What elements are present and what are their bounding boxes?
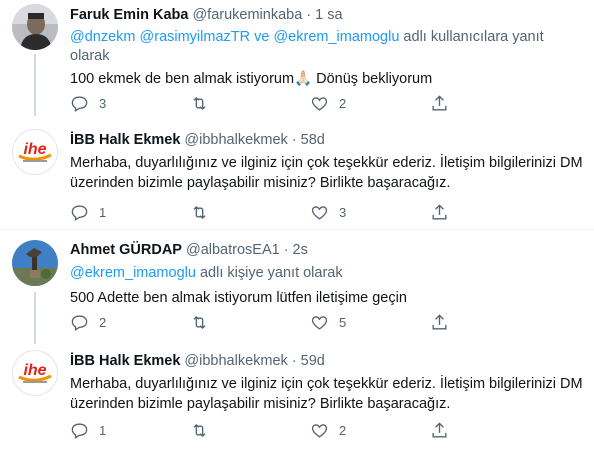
like-icon	[311, 423, 328, 438]
share-button[interactable]	[430, 312, 500, 332]
reply-icon	[71, 422, 88, 439]
tweet-text: 500 Adette ben almak istiyorum lütfen il…	[70, 290, 407, 306]
like-count: 5	[339, 314, 347, 330]
reply-icon	[71, 95, 88, 112]
tweet-2[interactable]: ihe İBB Halk Ekmek @ibbhalkekmek · 58d M…	[0, 125, 594, 228]
tweet-time[interactable]: · 59d	[292, 352, 325, 370]
retweet-button[interactable]	[190, 93, 260, 113]
avatar-ibbhalkekmek[interactable]: ihe	[12, 350, 58, 396]
reply-count: 1	[99, 422, 107, 438]
reply-button[interactable]: 3	[70, 93, 140, 113]
thread-line	[34, 54, 36, 116]
author-name[interactable]: İBB Halk Ekmek	[70, 352, 180, 370]
reply-context: @ekrem_imamoglu adlı kişiye yanıt olarak	[70, 264, 584, 283]
like-count: 2	[339, 95, 347, 111]
reply-button[interactable]: 1	[70, 202, 140, 222]
logo-text: ihe	[23, 141, 46, 158]
like-button[interactable]: 5	[310, 312, 380, 332]
retweet-icon	[193, 315, 206, 329]
like-count: 3	[339, 204, 347, 220]
author-handle[interactable]: @albatrosEA1	[186, 241, 280, 259]
reply-suffix: adlı kişiye yanıt olarak	[195, 265, 343, 281]
author-handle[interactable]: @farukeminkaba	[192, 6, 302, 24]
reply-count: 3	[99, 95, 107, 111]
retweet-icon	[193, 423, 206, 437]
tweet-text: Merhaba, duyarlılığınız ve ilginiz için …	[70, 376, 583, 412]
retweet-icon	[193, 96, 206, 110]
like-button[interactable]: 2	[310, 420, 380, 440]
like-icon	[311, 315, 328, 330]
avatar-albatrosEA1[interactable]	[12, 240, 58, 286]
reply-count: 2	[99, 314, 107, 330]
author-handle[interactable]: @ibbhalkekmek	[184, 352, 287, 370]
share-button[interactable]	[430, 93, 500, 113]
reply-count: 1	[99, 204, 107, 220]
share-icon	[432, 421, 447, 438]
like-icon	[311, 96, 328, 111]
share-button[interactable]	[430, 420, 500, 440]
author-handle[interactable]: @ibbhalkekmek	[184, 131, 287, 149]
like-button[interactable]: 2	[310, 93, 380, 113]
ibb-halk-ekmek-logo: ihe	[18, 141, 52, 162]
reply-icon	[71, 314, 88, 331]
tweet-3[interactable]: Ahmet GÜRDAP @albatrosEA1 · 2s @ekrem_im…	[0, 234, 594, 344]
share-icon	[432, 94, 447, 111]
share-icon	[432, 313, 447, 330]
tweet-time[interactable]: · 2s	[284, 241, 308, 259]
author-name[interactable]: Faruk Emin Kaba	[70, 6, 188, 24]
retweet-button[interactable]	[190, 202, 260, 222]
retweet-button[interactable]	[190, 420, 260, 440]
avatar-ibbhalkekmek[interactable]: ihe	[12, 129, 58, 175]
author-name[interactable]: Ahmet GÜRDAP	[70, 241, 182, 259]
like-icon	[311, 205, 328, 220]
like-count: 2	[339, 422, 347, 438]
avatar-farukeminkaba[interactable]	[12, 4, 58, 50]
like-button[interactable]: 3	[310, 202, 380, 222]
tweet-time[interactable]: · 58d	[292, 131, 325, 149]
ibb-halk-ekmek-logo: ihe	[18, 362, 52, 383]
reply-mentions[interactable]: @ekrem_imamoglu	[70, 265, 196, 281]
reply-context: @dnzekm @rasimyilmazTR ve @ekrem_imamogl…	[70, 28, 584, 66]
reply-button[interactable]: 1	[70, 420, 140, 440]
tweet-text: 100 ekmek de ben almak istiyorum🙏🏻 Dönüş…	[70, 71, 433, 87]
tweet-time[interactable]: · 1 sa	[306, 6, 342, 24]
retweet-button[interactable]	[190, 312, 260, 332]
share-button[interactable]	[430, 202, 500, 222]
tweet-divider	[0, 229, 594, 230]
reply-button[interactable]: 2	[70, 312, 140, 332]
reply-icon	[71, 204, 88, 221]
thread-line	[34, 292, 36, 344]
tweet-1[interactable]: Faruk Emin Kaba @farukeminkaba · 1 sa @d…	[0, 0, 594, 116]
logo-text: ihe	[23, 362, 46, 379]
tweet-4[interactable]: ihe İBB Halk Ekmek @ibbhalkekmek · 59d M…	[0, 346, 594, 453]
retweet-icon	[193, 205, 206, 219]
reply-mentions[interactable]: @dnzekm @rasimyilmazTR ve @ekrem_imamogl…	[70, 29, 399, 45]
share-icon	[432, 203, 447, 220]
tweet-text: Merhaba, duyarlılığınız ve ilginiz için …	[70, 155, 583, 191]
author-name[interactable]: İBB Halk Ekmek	[70, 131, 180, 149]
